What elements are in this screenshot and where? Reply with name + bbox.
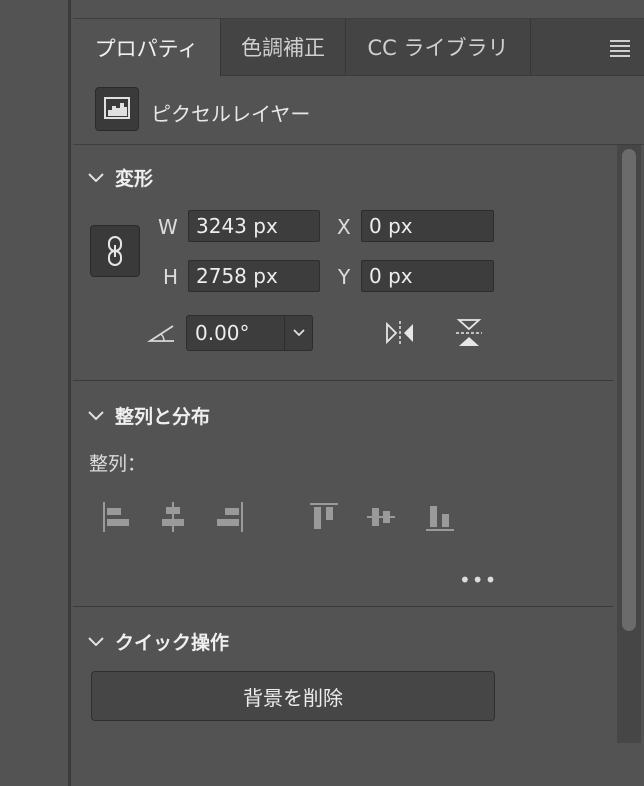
hamburger-menu-icon[interactable] <box>610 40 630 57</box>
scrollbar-track[interactable] <box>617 145 641 743</box>
height-label: H <box>163 265 179 289</box>
more-options-button[interactable]: ••• <box>459 568 497 592</box>
section-transform-title: 変形 <box>115 168 154 190</box>
align-bottom-edges-icon[interactable] <box>424 500 456 534</box>
left-dock-strip <box>0 0 68 786</box>
layer-type-row: ピクセルレイヤー <box>73 76 644 145</box>
align-sub-label: 整列： <box>89 453 147 475</box>
panel-tab-bar: プロパティ 色調補正 CC ライブラリ <box>73 19 644 76</box>
align-vertical-centers-icon[interactable] <box>365 500 397 534</box>
flip-vertical-icon[interactable] <box>455 317 483 349</box>
rotation-angle-value[interactable]: 0.00° <box>195 321 250 345</box>
tab-properties[interactable]: プロパティ <box>73 19 221 76</box>
flip-horizontal-icon[interactable] <box>384 320 416 346</box>
remove-background-button[interactable]: 背景を削除 <box>91 671 495 721</box>
panel-divider[interactable] <box>68 0 71 786</box>
link-dimensions-button[interactable] <box>90 225 140 277</box>
height-field[interactable]: 2758 px <box>188 260 320 292</box>
remove-background-label: 背景を削除 <box>243 685 343 710</box>
panel-top-bar <box>73 0 644 19</box>
chevron-down-icon <box>88 410 104 420</box>
tab-properties-label: プロパティ <box>94 36 199 61</box>
width-label: W <box>158 215 178 239</box>
section-divider <box>73 606 613 607</box>
chevron-down-icon <box>293 329 305 337</box>
x-field[interactable]: 0 px <box>361 210 494 242</box>
width-field[interactable]: 3243 px <box>188 210 320 242</box>
chevron-down-icon <box>88 636 104 646</box>
link-icon <box>108 236 122 266</box>
section-align-header[interactable]: 整列と分布 <box>87 402 210 429</box>
scrollbar-thumb[interactable] <box>622 149 636 631</box>
tab-adjustments[interactable]: 色調補正 <box>221 19 346 75</box>
section-transform-header[interactable]: 変形 <box>87 164 153 191</box>
rotation-angle-combo[interactable]: 0.00° <box>186 315 313 351</box>
tab-adjustments-label: 色調補正 <box>241 36 325 60</box>
pixel-layer-icon <box>95 87 139 131</box>
section-divider <box>73 380 613 381</box>
align-right-edges-icon[interactable] <box>213 500 245 534</box>
properties-panel: プロパティ 色調補正 CC ライブラリ ピクセルレイヤー 変形 W 3243 p… <box>73 0 644 786</box>
section-quick-actions-header[interactable]: クイック操作 <box>87 628 229 655</box>
align-horizontal-centers-icon[interactable] <box>157 500 189 534</box>
angle-icon <box>147 325 174 342</box>
tab-cc-libraries-label: CC ライブラリ <box>367 36 509 60</box>
y-field[interactable]: 0 px <box>361 260 494 292</box>
layer-type-label: ピクセルレイヤー <box>151 102 311 126</box>
x-label: X <box>337 215 351 239</box>
align-left-edges-icon[interactable] <box>101 500 133 534</box>
section-quick-actions-title: クイック操作 <box>115 632 230 654</box>
y-label: Y <box>338 265 351 289</box>
angle-dropdown-button[interactable] <box>286 316 312 350</box>
tab-cc-libraries[interactable]: CC ライブラリ <box>346 19 531 75</box>
angle-separator <box>284 316 285 350</box>
align-top-edges-icon[interactable] <box>308 500 340 534</box>
chevron-down-icon <box>88 172 104 182</box>
section-align-title: 整列と分布 <box>115 406 211 428</box>
